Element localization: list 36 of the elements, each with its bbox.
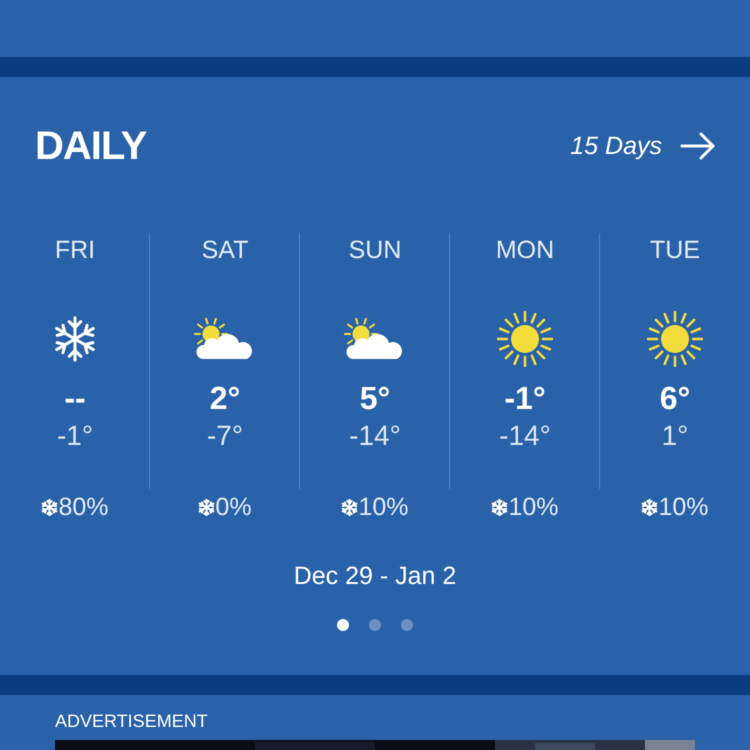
low-temperature: 1° [662, 420, 688, 453]
high-temperature: 2° [210, 380, 240, 418]
day-label: TUE [650, 236, 700, 266]
page-dot[interactable] [337, 619, 349, 631]
page-dot[interactable] [369, 619, 381, 631]
snowflake-icon [491, 499, 508, 516]
low-temperature: -14° [499, 420, 551, 453]
day-label: FRI [54, 236, 96, 266]
snowflake-icon [41, 499, 58, 516]
arrow-right-icon [680, 132, 716, 160]
day-label: SAT [202, 236, 248, 266]
precipitation-chance: 10% [508, 493, 559, 522]
low-temperature: -1° [56, 420, 94, 453]
sun-icon [497, 311, 553, 367]
precipitation-chance: 80% [58, 493, 109, 522]
high-temperature: 5° [360, 380, 390, 418]
day-label: MON [496, 236, 554, 266]
page-dot[interactable] [401, 619, 413, 631]
snowflake-icon [52, 316, 98, 362]
high-temperature: -1° [504, 380, 546, 418]
low-temperature: -7° [206, 420, 244, 453]
snowflake-icon [641, 499, 658, 516]
date-range: Dec 29 - Jan 2 [294, 562, 456, 591]
precipitation-chance: 10% [658, 493, 709, 522]
precipitation-chance: 0% [215, 493, 252, 522]
more-days-link[interactable]: 15 Days [570, 132, 716, 160]
sun-icon [647, 311, 703, 367]
high-temperature: 6° [660, 380, 690, 418]
snowflake-icon [198, 499, 216, 516]
low-temperature: -14° [349, 420, 401, 453]
snowflake-icon [341, 499, 358, 516]
advertisement-label: ADVERTISEMENT [55, 711, 209, 733]
day-label: SUN [348, 236, 402, 266]
section-title: DAILY [35, 124, 146, 168]
high-temperature: -- [64, 380, 86, 418]
precipitation-chance: 10% [358, 493, 409, 522]
